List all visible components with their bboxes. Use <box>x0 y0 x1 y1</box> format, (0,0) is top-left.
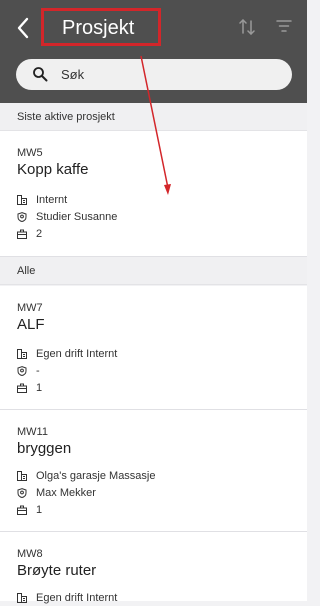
briefcase-icon <box>17 505 27 515</box>
project-code: MW8 <box>17 548 43 560</box>
project-customer-text: Olga's garasje Massasje <box>36 470 156 482</box>
project-customer-text: Egen drift Internt <box>36 592 118 604</box>
project-card[interactable]: MW5 Kopp kaffe Internt Studier Susanne 2 <box>0 131 307 257</box>
building-icon <box>17 349 27 359</box>
project-count-text: 1 <box>36 382 43 394</box>
project-code: MW7 <box>17 302 43 314</box>
shield-icon <box>17 366 27 376</box>
building-icon <box>17 195 27 205</box>
back-chevron-icon[interactable] <box>14 16 32 40</box>
building-icon <box>17 471 27 481</box>
sort-icon[interactable] <box>239 18 255 36</box>
section-recent: Siste aktive prosjekt <box>0 103 307 131</box>
project-card[interactable]: MW8 Brøyte ruter Egen drift Internt <box>0 532 307 604</box>
page-title: Prosjekt <box>62 17 135 39</box>
project-card[interactable]: MW11 bryggen Olga's garasje Massasje Max… <box>0 410 307 532</box>
project-count-text: 2 <box>36 228 43 240</box>
search-icon <box>33 67 48 82</box>
search-placeholder: Søk <box>61 67 85 82</box>
project-name: bryggen <box>17 440 72 457</box>
project-code: MW11 <box>17 426 48 438</box>
search-input[interactable]: Søk <box>16 59 292 90</box>
shield-icon <box>17 488 27 498</box>
project-responsible-text: Max Mekker <box>36 487 96 499</box>
project-card[interactable]: MW7 ALF Egen drift Internt - 1 <box>0 286 307 410</box>
building-icon <box>17 593 27 603</box>
briefcase-icon <box>17 383 27 393</box>
project-responsible-text: Studier Susanne <box>36 211 118 223</box>
project-name: Brøyte ruter <box>17 562 97 579</box>
project-name: Kopp kaffe <box>17 161 89 178</box>
section-all: Alle <box>0 257 307 285</box>
project-code: MW5 <box>17 147 43 159</box>
filter-icon[interactable] <box>276 19 292 33</box>
project-customer-text: Internt <box>36 194 68 206</box>
briefcase-icon <box>17 229 27 239</box>
project-customer-text: Egen drift Internt <box>36 348 118 360</box>
project-count-text: 1 <box>36 504 43 516</box>
project-name: ALF <box>17 316 45 333</box>
app-header: Prosjekt Søk <box>0 0 307 103</box>
shield-icon <box>17 212 27 222</box>
project-responsible-text: - <box>36 365 40 377</box>
